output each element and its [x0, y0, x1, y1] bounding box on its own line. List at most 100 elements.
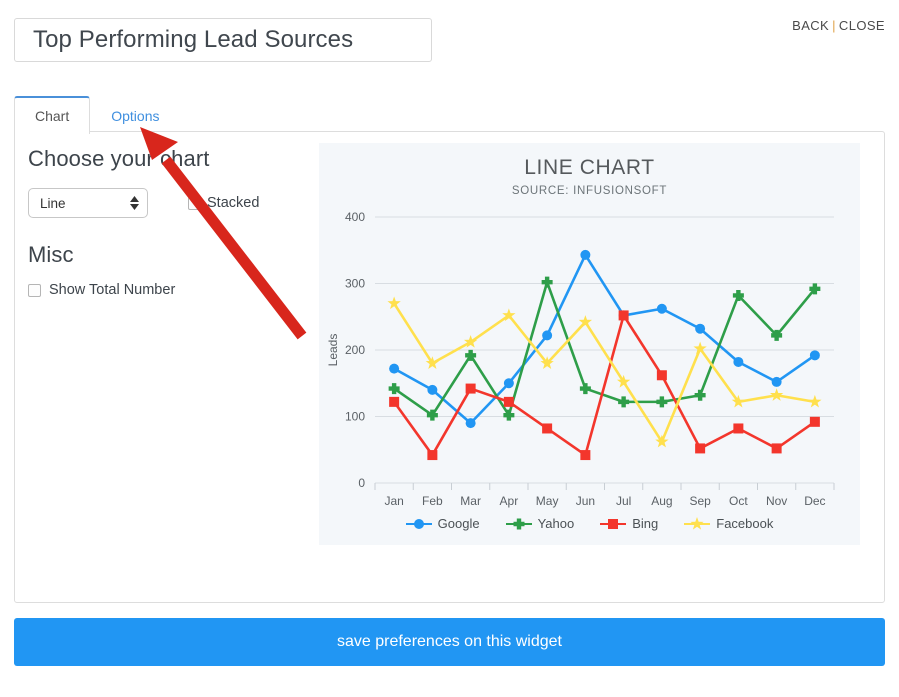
series-line: [392, 253, 817, 425]
header-actions: BACK | CLOSE: [792, 18, 885, 33]
chart-type-select[interactable]: Line: [28, 188, 148, 218]
legend-swatch-circle-icon: [405, 518, 432, 530]
choose-chart-heading: Choose your chart: [28, 146, 210, 171]
data-point-marker: [542, 423, 553, 434]
page-title: Top Performing Lead Sources: [33, 26, 354, 53]
data-point-marker: [503, 378, 514, 389]
y-axis-tick-label: 200: [345, 343, 365, 357]
series-line: [392, 314, 817, 457]
data-point-marker: [656, 370, 667, 381]
y-axis-tick-label: 400: [345, 210, 365, 224]
widget-title-box[interactable]: Top Performing Lead Sources: [14, 18, 432, 62]
data-point-marker: [387, 296, 401, 310]
y-axis-title: Leads: [326, 334, 340, 367]
data-point-marker: [771, 443, 782, 454]
x-axis-tick-label: Dec: [804, 494, 825, 508]
y-axis-tick-label: 100: [345, 410, 365, 424]
save-preferences-button[interactable]: save preferences on this widget: [14, 618, 885, 666]
chart-series-google: [389, 249, 820, 429]
chart-controls: Choose your chart Line Stacked Misc Show…: [28, 146, 318, 298]
x-axis-tick-label: Oct: [729, 494, 748, 508]
data-point-marker: [690, 516, 704, 530]
data-point-marker: [465, 383, 476, 394]
main-panel: Choose your chart Line Stacked Misc Show…: [14, 131, 885, 603]
x-axis-tick-label: Mar: [460, 494, 481, 508]
data-point-marker: [579, 383, 591, 395]
stacked-checkbox-row[interactable]: Stacked: [188, 195, 259, 211]
data-point-marker: [427, 384, 438, 395]
data-point-marker: [808, 394, 822, 408]
chart-plot-area: 0 100 200 300 400 Leads Jan Feb Mar Apr May Jun Jul A…: [319, 197, 860, 527]
x-axis-tick-label: Aug: [651, 494, 672, 508]
legend-label: Google: [437, 516, 480, 531]
series-line: [392, 302, 817, 444]
chart-subtitle: SOURCE: INFUSIONSOFT: [511, 185, 668, 197]
data-point-marker: [695, 323, 706, 334]
chart-title: LINE CHART: [524, 156, 655, 179]
legend-swatch-square-icon: [600, 518, 627, 530]
x-axis-tick-label: Apr: [500, 494, 519, 508]
data-point-marker: [389, 396, 400, 407]
x-axis-tick-label: Jun: [576, 494, 595, 508]
misc-heading: Misc: [28, 242, 74, 267]
tab-options[interactable]: Options: [90, 96, 180, 134]
show-total-row[interactable]: Show Total Number: [28, 282, 318, 298]
tab-chart-label: Chart: [35, 108, 70, 124]
data-point-marker: [513, 518, 525, 529]
data-point-marker: [580, 249, 591, 260]
stacked-checkbox[interactable]: [188, 196, 201, 210]
data-point-marker: [618, 396, 630, 408]
data-point-marker: [608, 518, 619, 529]
legend-item-facebook[interactable]: Facebook: [684, 516, 773, 531]
data-point-marker: [618, 310, 629, 321]
x-axis-tick-label: May: [536, 494, 559, 508]
data-point-marker: [542, 330, 553, 341]
data-point-marker: [771, 376, 782, 387]
data-point-marker: [693, 341, 707, 355]
data-point-marker: [580, 450, 591, 461]
data-point-marker: [733, 423, 744, 434]
data-point-marker: [541, 276, 553, 288]
x-axis-tick-label: Jan: [384, 494, 403, 508]
data-point-marker: [769, 388, 784, 401]
data-point-marker: [389, 363, 400, 374]
data-point-marker: [809, 416, 820, 427]
legend-swatch-star-icon: [684, 516, 711, 530]
chart-legend: Google Yahoo Bing Facebook: [319, 516, 860, 531]
data-point-marker: [503, 396, 514, 407]
y-axis-tick-label: 0: [358, 476, 365, 490]
back-link[interactable]: BACK: [792, 18, 829, 33]
legend-item-yahoo[interactable]: Yahoo: [505, 516, 575, 531]
show-total-checkbox[interactable]: [28, 283, 41, 297]
x-axis-tick-label: Nov: [766, 494, 787, 508]
data-point-marker: [733, 356, 744, 367]
legend-label: Yahoo: [537, 516, 575, 531]
data-point-marker: [694, 389, 706, 401]
chart-preview-card: LINE CHART SOURCE: INFUSIONSOFT 0 100 200 3…: [319, 143, 860, 545]
data-point-marker: [656, 396, 668, 408]
x-axis-tick-label: Sep: [689, 494, 711, 508]
show-total-label: Show Total Number: [49, 282, 176, 298]
data-point-marker: [465, 418, 476, 429]
legend-item-google[interactable]: Google: [405, 516, 480, 531]
header-separator: |: [832, 18, 836, 33]
stepper-arrows-icon: [130, 196, 139, 210]
data-point-marker: [695, 443, 706, 454]
legend-label: Facebook: [716, 516, 774, 531]
x-axis-tick-label: Feb: [422, 494, 443, 508]
close-link[interactable]: CLOSE: [839, 18, 885, 33]
legend-item-bing[interactable]: Bing: [600, 516, 658, 531]
tab-options-label: Options: [111, 107, 160, 124]
chart-series-bing: [389, 310, 820, 461]
chart-type-row: Line Stacked: [28, 188, 318, 218]
data-point-marker: [413, 518, 424, 529]
stacked-label: Stacked: [207, 195, 260, 211]
chart-type-value: Line: [40, 195, 66, 211]
y-axis-tick-label: 300: [345, 277, 365, 291]
tab-chart[interactable]: Chart: [14, 96, 91, 134]
data-point-marker: [656, 303, 667, 314]
line-chart-svg: 0 100 200 300 400 Leads Jan Feb Mar Apr May Jun Jul A…: [326, 210, 835, 508]
data-point-marker: [809, 350, 820, 361]
legend-swatch-cross-icon: [505, 518, 532, 530]
legend-label: Bing: [632, 516, 659, 531]
